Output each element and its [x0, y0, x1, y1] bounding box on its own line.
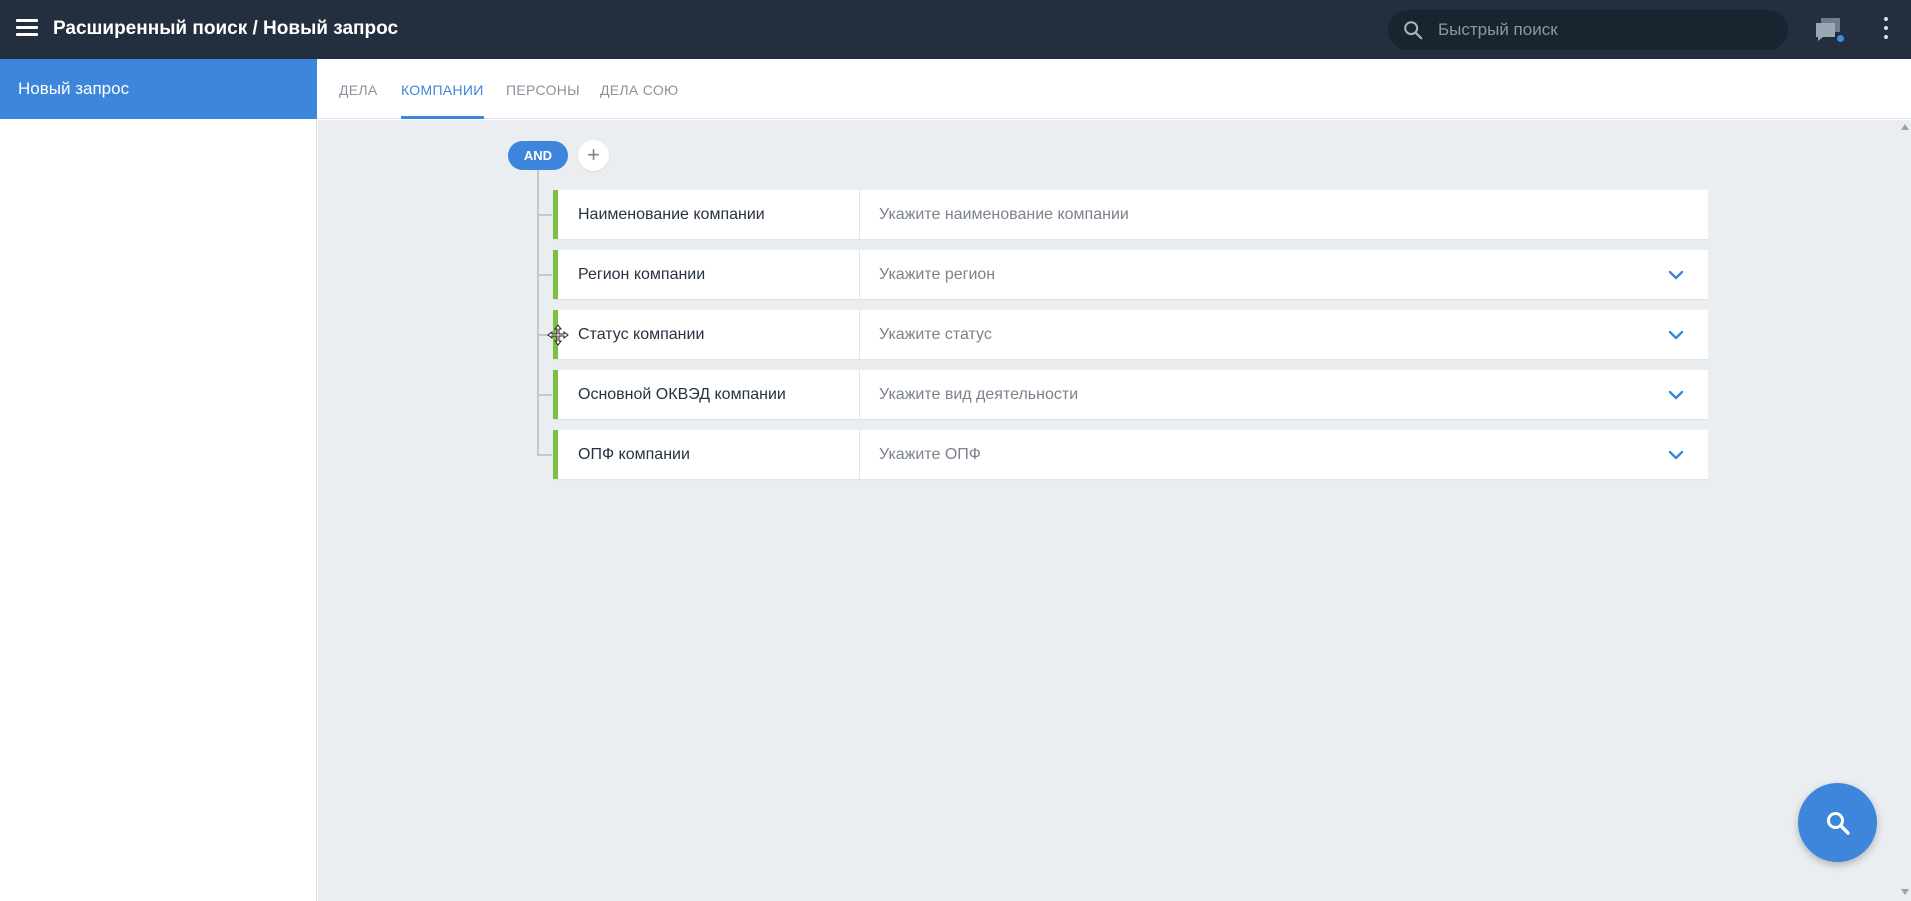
kebab-menu-icon[interactable]: [1880, 17, 1892, 43]
tree-connector: [537, 170, 539, 456]
search-icon: [1827, 812, 1850, 835]
tab-persons[interactable]: ПЕРСОНЫ: [506, 59, 580, 119]
scroll-down-arrow[interactable]: [1901, 889, 1909, 895]
hamburger-menu-icon[interactable]: [16, 19, 38, 37]
company-okved-select[interactable]: Укажите вид деятельности: [879, 370, 1078, 419]
tab-companies[interactable]: КОМПАНИИ: [401, 59, 484, 119]
tab-soyu-cases[interactable]: ДЕЛА СОЮ: [600, 59, 678, 119]
condition-label: Регион компании: [578, 266, 706, 283]
condition-label: Статус компании: [578, 326, 705, 343]
condition-label: Наименование компании: [578, 206, 765, 223]
chat-icon[interactable]: [1813, 15, 1846, 45]
and-operator-button[interactable]: AND: [508, 141, 568, 170]
divider: [859, 250, 860, 299]
divider: [859, 370, 860, 419]
chevron-down-icon[interactable]: [1668, 387, 1684, 403]
sidebar: Новый запрос: [0, 59, 317, 901]
condition-company-status: Статус компании Укажите статус: [553, 310, 1708, 359]
divider: [859, 430, 860, 479]
company-name-input[interactable]: Укажите наименование компании: [879, 190, 1129, 239]
condition-company-okved: Основной ОКВЭД компании Укажите вид деят…: [553, 370, 1708, 419]
condition-label: Основной ОКВЭД компании: [578, 386, 786, 403]
sidebar-item-new-query[interactable]: Новый запрос: [0, 59, 317, 119]
top-bar: Расширенный поиск / Новый запрос: [0, 0, 1911, 59]
quick-search-input[interactable]: [1438, 10, 1768, 50]
search-icon: [1404, 21, 1423, 40]
tree-branch: [537, 454, 552, 456]
condition-label: ОПФ компании: [578, 446, 690, 463]
tree-branch: [537, 394, 552, 396]
divider: [859, 310, 860, 359]
condition-company-name: Наименование компании Укажите наименован…: [553, 190, 1708, 239]
divider: [859, 190, 860, 239]
condition-company-region: Регион компании Укажите регион: [553, 250, 1708, 299]
company-opf-select[interactable]: Укажите ОПФ: [879, 430, 981, 479]
page-title: Расширенный поиск / Новый запрос: [53, 18, 399, 39]
chevron-down-icon[interactable]: [1668, 267, 1684, 283]
add-condition-button[interactable]: +: [578, 140, 609, 171]
company-region-select[interactable]: Укажите регион: [879, 250, 995, 299]
chevron-down-icon[interactable]: [1668, 327, 1684, 343]
tab-cases[interactable]: ДЕЛА: [339, 59, 378, 119]
scroll-up-arrow[interactable]: [1901, 124, 1909, 130]
query-workspace: AND + Наименование компании Укажите наим…: [318, 120, 1911, 901]
chevron-down-icon[interactable]: [1668, 447, 1684, 463]
tree-branch: [537, 274, 552, 276]
drag-handle-icon[interactable]: [547, 324, 569, 346]
notification-dot: [1835, 33, 1846, 44]
tab-bar: ДЕЛА КОМПАНИИ ПЕРСОНЫ ДЕЛА СОЮ: [318, 59, 1911, 119]
company-status-select[interactable]: Укажите статус: [879, 310, 992, 359]
search-fab-button[interactable]: [1798, 783, 1877, 862]
condition-company-opf: ОПФ компании Укажите ОПФ: [553, 430, 1708, 479]
quick-search[interactable]: [1388, 10, 1788, 50]
tree-branch: [537, 214, 552, 216]
